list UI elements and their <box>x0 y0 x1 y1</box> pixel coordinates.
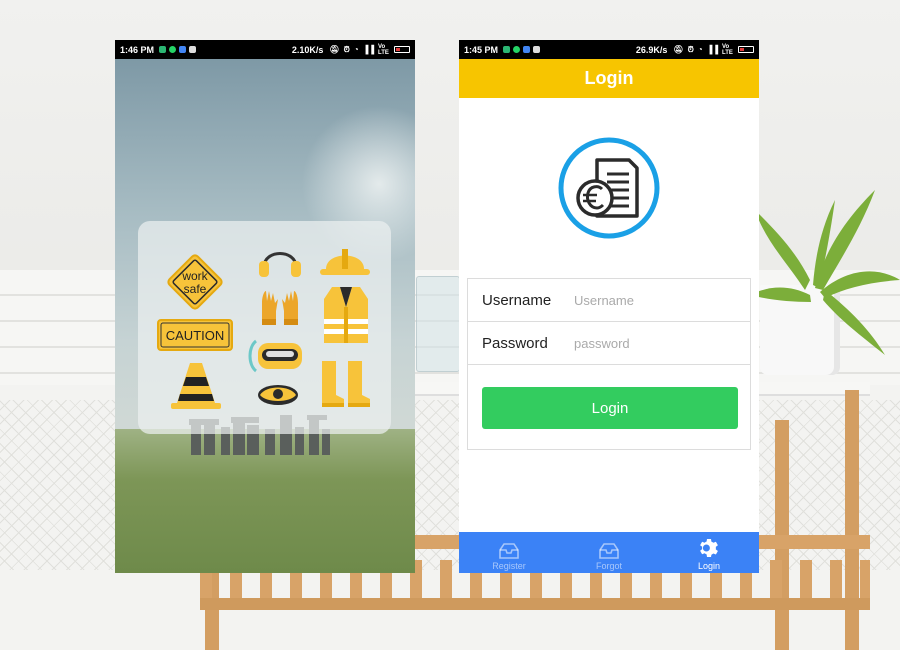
tab-register-label: Register <box>492 561 526 571</box>
rubber-boots-icon <box>322 361 370 407</box>
signal-icon: ▐▐ <box>706 45 718 54</box>
username-row: Username <box>468 279 750 322</box>
password-label: Password <box>482 334 548 352</box>
username-input[interactable] <box>574 292 734 308</box>
whatsapp-icon <box>169 46 177 53</box>
hard-hat-icon <box>320 249 370 275</box>
euro-document-icon <box>558 137 660 239</box>
sign-line-safe: safe <box>184 282 207 296</box>
mute-icon: 🔕︎ <box>673 45 684 54</box>
ear-muffs-icon <box>259 252 301 277</box>
table-leg <box>845 390 859 650</box>
status-network: Vo LTE <box>722 43 733 56</box>
tab-register[interactable]: Register <box>459 532 559 573</box>
sign-line-work: work <box>181 269 208 283</box>
safety-goggles-icon <box>248 339 302 373</box>
app-icon <box>189 46 197 53</box>
whatsapp-icon <box>513 46 521 53</box>
plant-leaves <box>750 190 900 355</box>
right-phone-screen: 1:45 PM 26.9K/s 🔕︎ ⏰︎ ◔ ▐▐ Vo LTE Login <box>459 40 759 573</box>
safety-icons-card: work safe CAUTION <box>138 221 391 434</box>
alarm-icon: ⏰︎ <box>687 44 694 54</box>
status-time: 1:45 PM <box>464 44 499 55</box>
landscape-background: work safe CAUTION <box>115 59 415 573</box>
login-button[interactable]: Login <box>482 387 738 429</box>
status-speed: 2.10K/s <box>291 44 324 55</box>
battery-icon <box>394 46 410 53</box>
tab-login-label: Login <box>697 561 721 571</box>
signal-icon: ▐▐ <box>362 45 374 54</box>
gloves-icon <box>262 291 298 325</box>
drive-icon <box>179 46 187 53</box>
inbox-icon <box>599 543 619 559</box>
username-label: Username <box>482 291 552 309</box>
tab-login[interactable]: Login <box>659 532 759 573</box>
caution-text: CAUTION <box>166 328 225 343</box>
password-row: Password <box>468 322 750 365</box>
notification-icon <box>159 46 167 53</box>
tab-forgot-label: Forgot <box>595 561 622 571</box>
mute-icon: 🔕︎ <box>329 45 340 54</box>
drive-icon <box>523 46 531 53</box>
wifi-icon: ◔ <box>353 45 359 54</box>
table-bar <box>200 598 870 610</box>
title-bar: Login <box>459 59 759 98</box>
wifi-icon: ◔ <box>697 45 703 54</box>
battery-icon <box>738 46 754 53</box>
inbox-icon <box>499 543 519 559</box>
background-glass <box>416 276 460 372</box>
page-title: Login <box>584 68 634 88</box>
left-phone-screen: 1:46 PM 2.10K/s 🔕︎ ⏰︎ ◔ ▐▐ Vo LTE work s… <box>115 40 415 573</box>
status-speed: 26.9K/s <box>635 44 668 55</box>
password-input[interactable] <box>574 335 734 351</box>
status-network: Vo LTE <box>378 43 389 56</box>
status-time: 1:46 PM <box>120 44 155 55</box>
app-icon <box>533 46 541 53</box>
bottom-tab-bar: Register Forgot Login <box>459 532 759 573</box>
login-form: Username Password Login <box>467 278 751 450</box>
gear-icon <box>700 539 718 557</box>
status-bar: 1:46 PM 2.10K/s 🔕︎ ⏰︎ ◔ ▐▐ Vo LTE <box>115 40 415 59</box>
tab-forgot[interactable]: Forgot <box>559 532 659 573</box>
safety-vest-icon <box>324 287 368 343</box>
traffic-cone-icon <box>171 363 221 409</box>
work-safe-sign-icon: work safe <box>167 254 223 310</box>
status-bar: 1:45 PM 26.9K/s 🔕︎ ⏰︎ ◔ ▐▐ Vo LTE <box>459 40 759 59</box>
caution-sign-icon: CAUTION <box>157 319 233 351</box>
respirator-mask-icon <box>258 385 298 405</box>
notification-icon <box>503 46 511 53</box>
alarm-icon: ⏰︎ <box>343 44 350 54</box>
